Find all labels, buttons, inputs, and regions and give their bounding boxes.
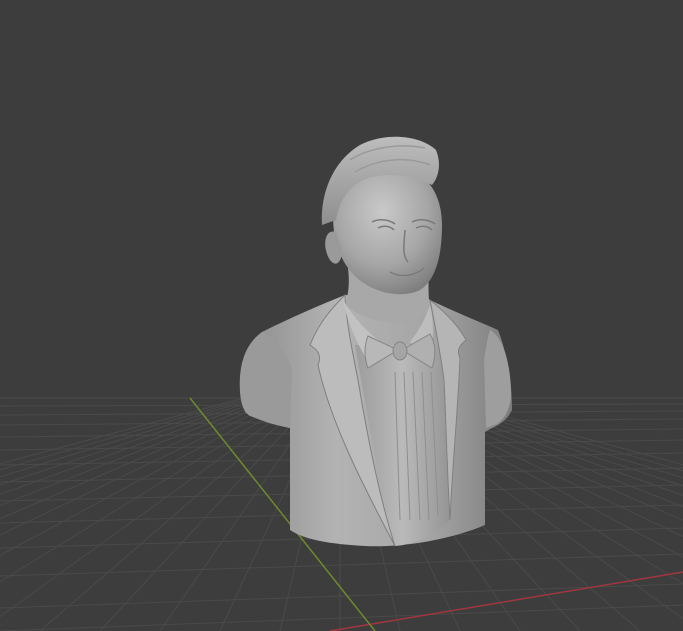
grid-line (0, 397, 305, 618)
3d-viewport[interactable] (0, 0, 683, 631)
grid-line (0, 583, 683, 609)
grid-line (0, 397, 275, 507)
grid-line (0, 604, 683, 631)
bust-model[interactable] (239, 136, 512, 547)
grid-line (99, 397, 317, 631)
grid-line (0, 553, 683, 577)
viewport-canvas[interactable] (0, 0, 683, 631)
grid-line (0, 397, 263, 486)
grid-line (0, 397, 299, 583)
grid-line (39, 397, 311, 631)
